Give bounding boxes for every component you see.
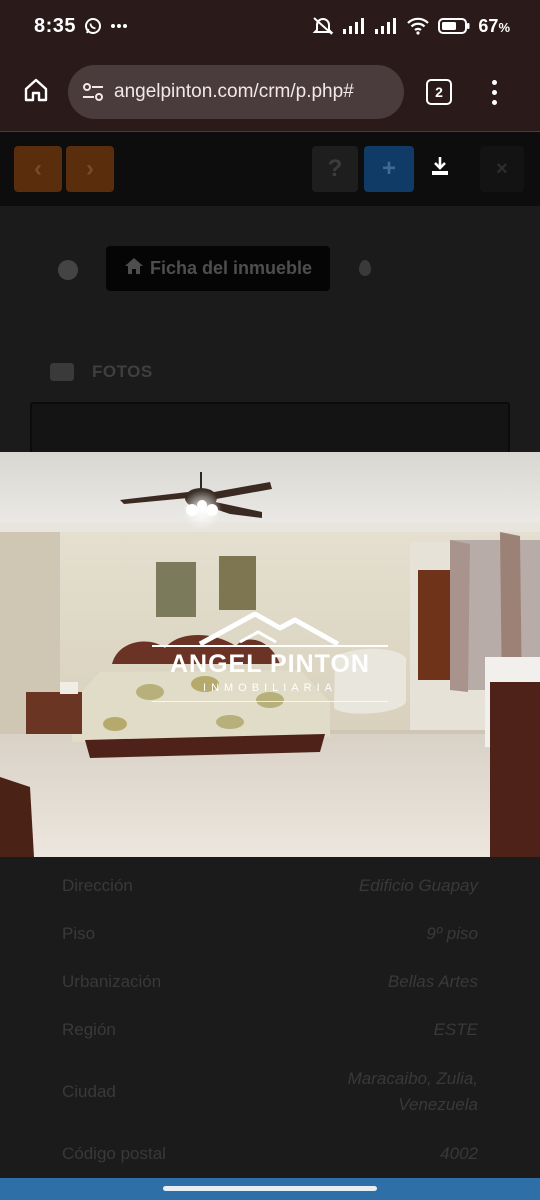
browser-toolbar: angelpinton.com/crm/p.php# 2: [0, 52, 540, 132]
detail-value: 9º piso: [426, 924, 478, 943]
property-photo[interactable]: ANGEL PINTON INMOBILIARIA: [0, 452, 540, 857]
url-text: angelpinton.com/crm/p.php#: [114, 81, 354, 102]
signal-icon: [374, 17, 398, 35]
mute-icon: [312, 16, 334, 36]
detail-label: Ciudad: [62, 1082, 116, 1101]
detail-label: Dirección: [62, 876, 133, 895]
detail-value: 4002: [440, 1144, 478, 1163]
detail-value: Bellas Artes: [387, 972, 478, 991]
fotos-heading: FOTOS: [92, 362, 153, 381]
detail-label: Región: [62, 1020, 116, 1039]
home-button[interactable]: [16, 72, 56, 112]
download-button[interactable]: [418, 146, 462, 192]
tab-switcher-button[interactable]: 2: [426, 79, 452, 105]
whatsapp-icon: [84, 17, 102, 35]
watermark-logo: ANGEL PINTON INMOBILIARIA: [150, 612, 390, 702]
signal-icon: [342, 17, 366, 35]
status-time: 8:35: [34, 14, 77, 37]
gesture-handle[interactable]: [163, 1186, 377, 1191]
history-icon[interactable]: [58, 260, 78, 280]
logo-subtitle: INMOBILIARIA: [203, 682, 337, 694]
close-button[interactable]: ×: [480, 146, 524, 192]
detail-value: Edificio Guapay: [358, 876, 478, 895]
fire-icon[interactable]: [359, 260, 371, 276]
more-notifications-icon: [110, 23, 128, 29]
detail-label: Código postal: [62, 1144, 166, 1163]
logo-name: ANGEL PINTON: [170, 650, 370, 678]
ficha-inmueble-button[interactable]: Ficha del inmueble: [106, 246, 330, 291]
add-button[interactable]: +: [364, 146, 414, 192]
crm-toolbar: ‹ › ? + ×: [0, 132, 540, 206]
prev-button[interactable]: ‹: [14, 146, 62, 192]
download-icon: [429, 155, 451, 184]
detail-label: Urbanización: [62, 972, 162, 991]
detail-label: Piso: [62, 924, 96, 943]
camera-icon: [50, 363, 74, 381]
battery-level: 67: [478, 15, 499, 36]
ficha-inmueble-label: Ficha del inmueble: [149, 258, 313, 278]
site-settings-icon[interactable]: [82, 82, 104, 102]
url-field[interactable]: angelpinton.com/crm/p.php#: [68, 65, 404, 119]
status-bar: 8:35 67%: [0, 0, 540, 52]
detail-value: Maracaibo, Zulia, Venezuela: [347, 1069, 478, 1114]
home-icon: [124, 257, 144, 280]
next-button[interactable]: ›: [66, 146, 114, 192]
battery-icon: [438, 18, 470, 34]
menu-icon[interactable]: [492, 79, 497, 105]
detail-value: ESTE: [433, 1020, 478, 1039]
home-icon: [23, 77, 49, 108]
wifi-icon: [406, 17, 430, 35]
system-nav-bar: [0, 1178, 540, 1200]
battery-unit: %: [498, 19, 510, 35]
help-button[interactable]: ?: [312, 146, 358, 192]
